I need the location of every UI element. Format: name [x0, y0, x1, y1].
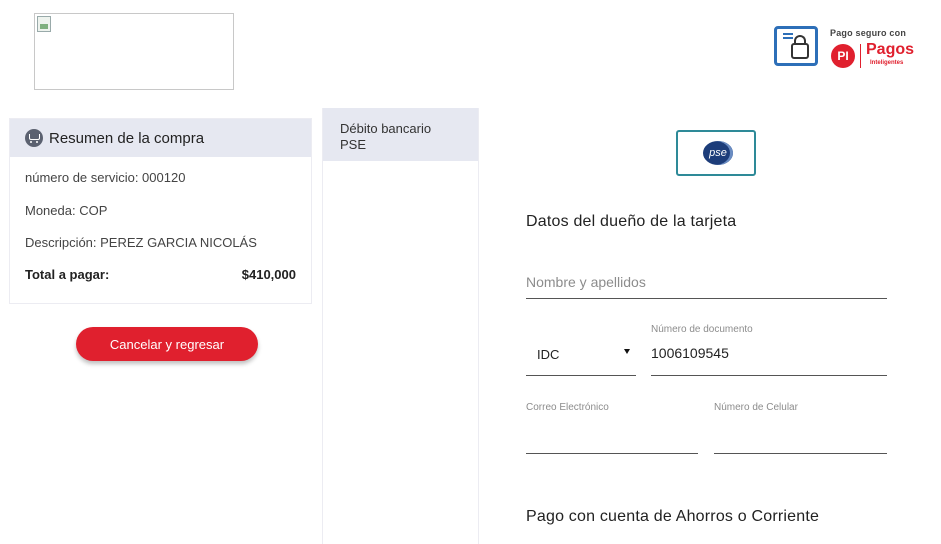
email-input[interactable]	[526, 418, 698, 452]
secure-payment-badge: Pago seguro con PI Pagos Inteligentes	[774, 22, 934, 74]
doc-number-input[interactable]: 1006109545	[651, 345, 729, 361]
merchant-logo-broken-image	[34, 13, 234, 90]
pse-logo-icon: pse	[703, 141, 733, 165]
purchase-summary-card: Resumen de la compra número de servicio:…	[9, 118, 312, 304]
doc-type-underline	[526, 375, 636, 376]
service-number: número de servicio: 000120	[25, 170, 186, 185]
doc-type-select[interactable]: IDC	[537, 347, 559, 362]
summary-title: Resumen de la compra	[49, 129, 205, 147]
total-label: Total a pagar:	[25, 267, 110, 282]
method-label-line1: Débito bancario	[340, 121, 432, 136]
account-payment-heading: Pago con cuenta de Ahorros o Corriente	[526, 508, 820, 525]
phone-underline	[714, 453, 887, 454]
full-name-underline	[526, 298, 887, 299]
doc-number-label: Número de documento	[651, 324, 753, 335]
pagos-inteligentes-logo-icon: PI	[831, 44, 855, 68]
broken-image-icon	[37, 16, 51, 32]
doc-number-underline	[651, 375, 887, 376]
method-label-line2: PSE	[340, 137, 367, 152]
brand-sub: Inteligentes	[870, 60, 904, 66]
cart-icon	[25, 129, 43, 147]
phone-label: Número de Celular	[714, 402, 798, 413]
brand-name: Pagos	[866, 41, 915, 58]
pse-bank-button[interactable]: pse	[676, 130, 756, 176]
owner-data-heading: Datos del dueño de la tarjeta	[526, 213, 737, 230]
secure-payment-label: Pago seguro con	[830, 28, 907, 38]
email-label: Correo Electrónico	[526, 402, 609, 413]
total-value: $410,000	[241, 267, 296, 282]
full-name-input[interactable]	[526, 266, 887, 298]
summary-header: Resumen de la compra	[10, 119, 311, 157]
payment-method-list: Débito bancario PSE	[322, 108, 479, 544]
payment-method-pse-tab[interactable]: Débito bancario PSE	[323, 108, 478, 161]
phone-input[interactable]	[714, 418, 887, 452]
secure-lock-icon	[774, 26, 818, 66]
email-underline	[526, 453, 698, 454]
description: Descripción: PEREZ GARCIA NICOLÁS	[25, 235, 257, 250]
chevron-down-icon	[624, 349, 630, 354]
cancel-and-return-button[interactable]: Cancelar y regresar	[76, 327, 258, 361]
currency: Moneda: COP	[25, 203, 108, 218]
total-row: Total a pagar: $410,000	[25, 267, 296, 282]
